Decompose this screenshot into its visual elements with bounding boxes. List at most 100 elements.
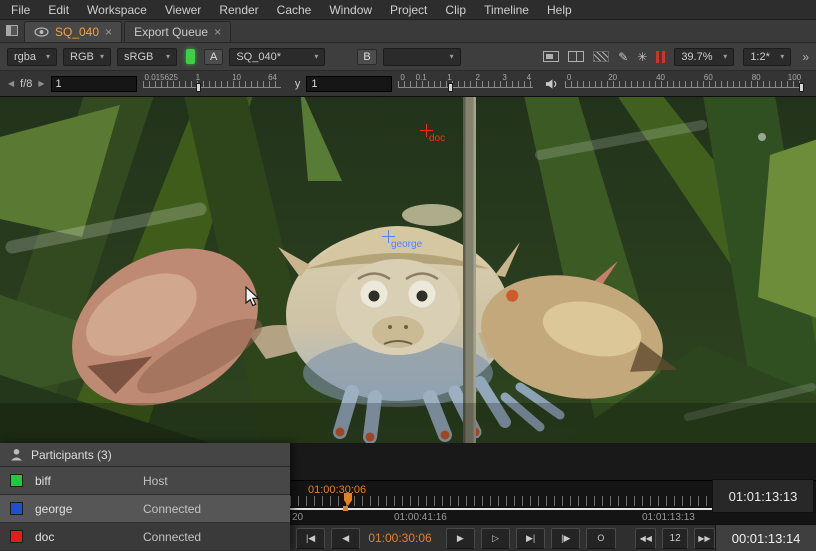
participant-status: Connected	[143, 530, 201, 544]
menu-workspace[interactable]: Workspace	[78, 0, 156, 20]
marker-label: doc	[429, 133, 445, 144]
fps-display[interactable]: 12	[662, 528, 687, 549]
proxy-value: 1:2*	[750, 51, 770, 63]
wipe-compare-icon[interactable]	[568, 51, 584, 62]
step-forward-button[interactable]: ▶|	[516, 528, 545, 549]
volume-tick-label: 80	[752, 73, 761, 82]
input-b-chip[interactable]: B	[357, 49, 376, 65]
gamma-label: y	[295, 78, 301, 90]
viewer-exposure-row: ◀ f/8 ▶ 0.015625 1 10 64 y 0 0.1 1 2 3 4	[0, 71, 816, 97]
current-timecode: 01:00:30:06	[368, 531, 431, 545]
fast-forward-button[interactable]: ▶▶	[694, 528, 715, 549]
input-a-dropdown[interactable]: SQ_040* ▾	[229, 48, 325, 66]
menu-clip[interactable]: Clip	[436, 0, 475, 20]
chevron-down-icon: ▾	[450, 52, 454, 61]
volume-slider[interactable]: 0 20 40 60 80 100	[565, 75, 804, 93]
participant-row-biff[interactable]: biff Host	[0, 467, 290, 495]
display-mode-dropdown[interactable]: RGB ▾	[63, 48, 111, 66]
tab-label: Export Queue	[134, 25, 208, 39]
gain-tick-label: 1	[196, 73, 200, 82]
participants-panel: Participants (3) biff Host george Connec…	[0, 443, 290, 551]
colorspace-value: sRGB	[124, 51, 153, 63]
rewind-button[interactable]: ◀◀	[635, 528, 656, 549]
participant-name: doc	[35, 530, 143, 544]
transport-bar: |◀ ◀ 01:00:30:06 ▶ ▷ ▶| |▶ O ◀◀ 12 ▶▶ 00…	[290, 524, 816, 551]
colorspace-dropdown[interactable]: sRGB ▾	[117, 48, 177, 66]
chevron-down-icon: ▾	[100, 52, 104, 61]
play-button[interactable]: ▶	[446, 528, 475, 549]
gamma-tick-label: 0	[400, 73, 404, 82]
tab-bar: SQ_040 × Export Queue ×	[0, 20, 816, 43]
participant-status: Connected	[143, 502, 201, 516]
go-to-start-button[interactable]: |◀	[296, 528, 325, 549]
menu-file[interactable]: File	[2, 0, 39, 20]
channels-dropdown[interactable]: rgba ▾	[7, 48, 57, 66]
marker-label: george	[391, 239, 422, 250]
menu-render[interactable]: Render	[210, 0, 267, 20]
tab-viewer-sq040[interactable]: SQ_040 ×	[24, 21, 122, 42]
chevron-down-icon: ▾	[723, 52, 727, 61]
menu-project[interactable]: Project	[381, 0, 436, 20]
fstop-label: f/8	[20, 78, 32, 90]
guides-icon[interactable]	[543, 51, 559, 62]
viewer-image[interactable]	[0, 97, 816, 443]
gamma-tick-label: 3	[502, 73, 506, 82]
input-a-value: SQ_040*	[236, 51, 281, 63]
input-b-dropdown[interactable]: ▾	[383, 48, 461, 66]
tab-export-queue[interactable]: Export Queue ×	[124, 21, 231, 42]
participants-title: Participants (3)	[31, 448, 112, 462]
range-playhead-tick	[343, 506, 348, 511]
participant-row-george[interactable]: george Connected	[0, 495, 290, 523]
participant-color-swatch	[10, 474, 23, 487]
tab-label: SQ_040	[55, 25, 99, 39]
gain-input[interactable]	[51, 76, 137, 92]
menu-edit[interactable]: Edit	[39, 0, 78, 20]
proxy-dropdown[interactable]: 1:2* ▾	[743, 48, 791, 66]
chevron-down-icon: ▾	[46, 52, 50, 61]
menu-cache[interactable]: Cache	[268, 0, 321, 20]
play-forward-button[interactable]: ▷	[481, 528, 510, 549]
nuke-studio-window: File Edit Workspace Viewer Render Cache …	[0, 0, 816, 551]
participant-name: george	[35, 502, 143, 516]
menu-window[interactable]: Window	[320, 0, 381, 20]
pane-layout-icon[interactable]	[0, 19, 24, 42]
fstop-next-icon[interactable]: ▶	[38, 79, 44, 88]
mid-time-label: 01:00:41:16	[394, 512, 447, 523]
chevron-down-icon: ▾	[166, 52, 170, 61]
duration-timecode-box: 00:01:13:14	[715, 525, 816, 551]
gain-slider-handle[interactable]	[196, 83, 201, 92]
tab-close-icon[interactable]: ×	[105, 26, 112, 38]
pause-render-icon[interactable]	[656, 51, 665, 63]
toolbar-overflow-icon[interactable]: »	[800, 50, 809, 64]
tab-close-icon[interactable]: ×	[214, 26, 221, 38]
input-a-chip[interactable]: A	[204, 49, 223, 65]
volume-tick-label: 20	[608, 73, 617, 82]
mask-overlay-icon[interactable]	[593, 51, 609, 62]
step-back-button[interactable]: ◀	[331, 528, 360, 549]
gamma-slider[interactable]: 0 0.1 1 2 3 4	[398, 75, 533, 93]
out-time-label: 01:01:13:13	[642, 512, 695, 523]
volume-tick-label: 60	[704, 73, 713, 82]
settings-gear-icon[interactable]: ✳	[637, 51, 647, 63]
menu-viewer[interactable]: Viewer	[156, 0, 210, 20]
menu-help[interactable]: Help	[538, 0, 581, 20]
volume-slider-handle[interactable]	[799, 83, 804, 92]
loop-mode-button[interactable]: O	[586, 528, 615, 549]
timeline-tracks[interactable]	[290, 443, 816, 481]
timeline-ruler[interactable]	[290, 496, 708, 506]
annotation-pen-icon[interactable]: ✎	[618, 51, 628, 63]
speaker-icon[interactable]	[545, 78, 559, 90]
gain-slider[interactable]: 0.015625 1 10 64	[143, 75, 281, 93]
timeline-range-bar[interactable]	[290, 508, 714, 510]
participants-header: Participants (3)	[0, 443, 290, 467]
channels-value: rgba	[14, 51, 36, 63]
fstop-prev-icon[interactable]: ◀	[8, 79, 14, 88]
gamma-slider-handle[interactable]	[448, 83, 453, 92]
gamma-input[interactable]	[306, 76, 392, 92]
participant-row-doc[interactable]: doc Connected	[0, 523, 290, 551]
menu-timeline[interactable]: Timeline	[475, 0, 538, 20]
go-to-end-button[interactable]: |▶	[551, 528, 580, 549]
zoom-dropdown[interactable]: 39.7% ▾	[674, 48, 734, 66]
menu-bar: File Edit Workspace Viewer Render Cache …	[0, 0, 816, 20]
gamma-tick-label: 2	[475, 73, 479, 82]
